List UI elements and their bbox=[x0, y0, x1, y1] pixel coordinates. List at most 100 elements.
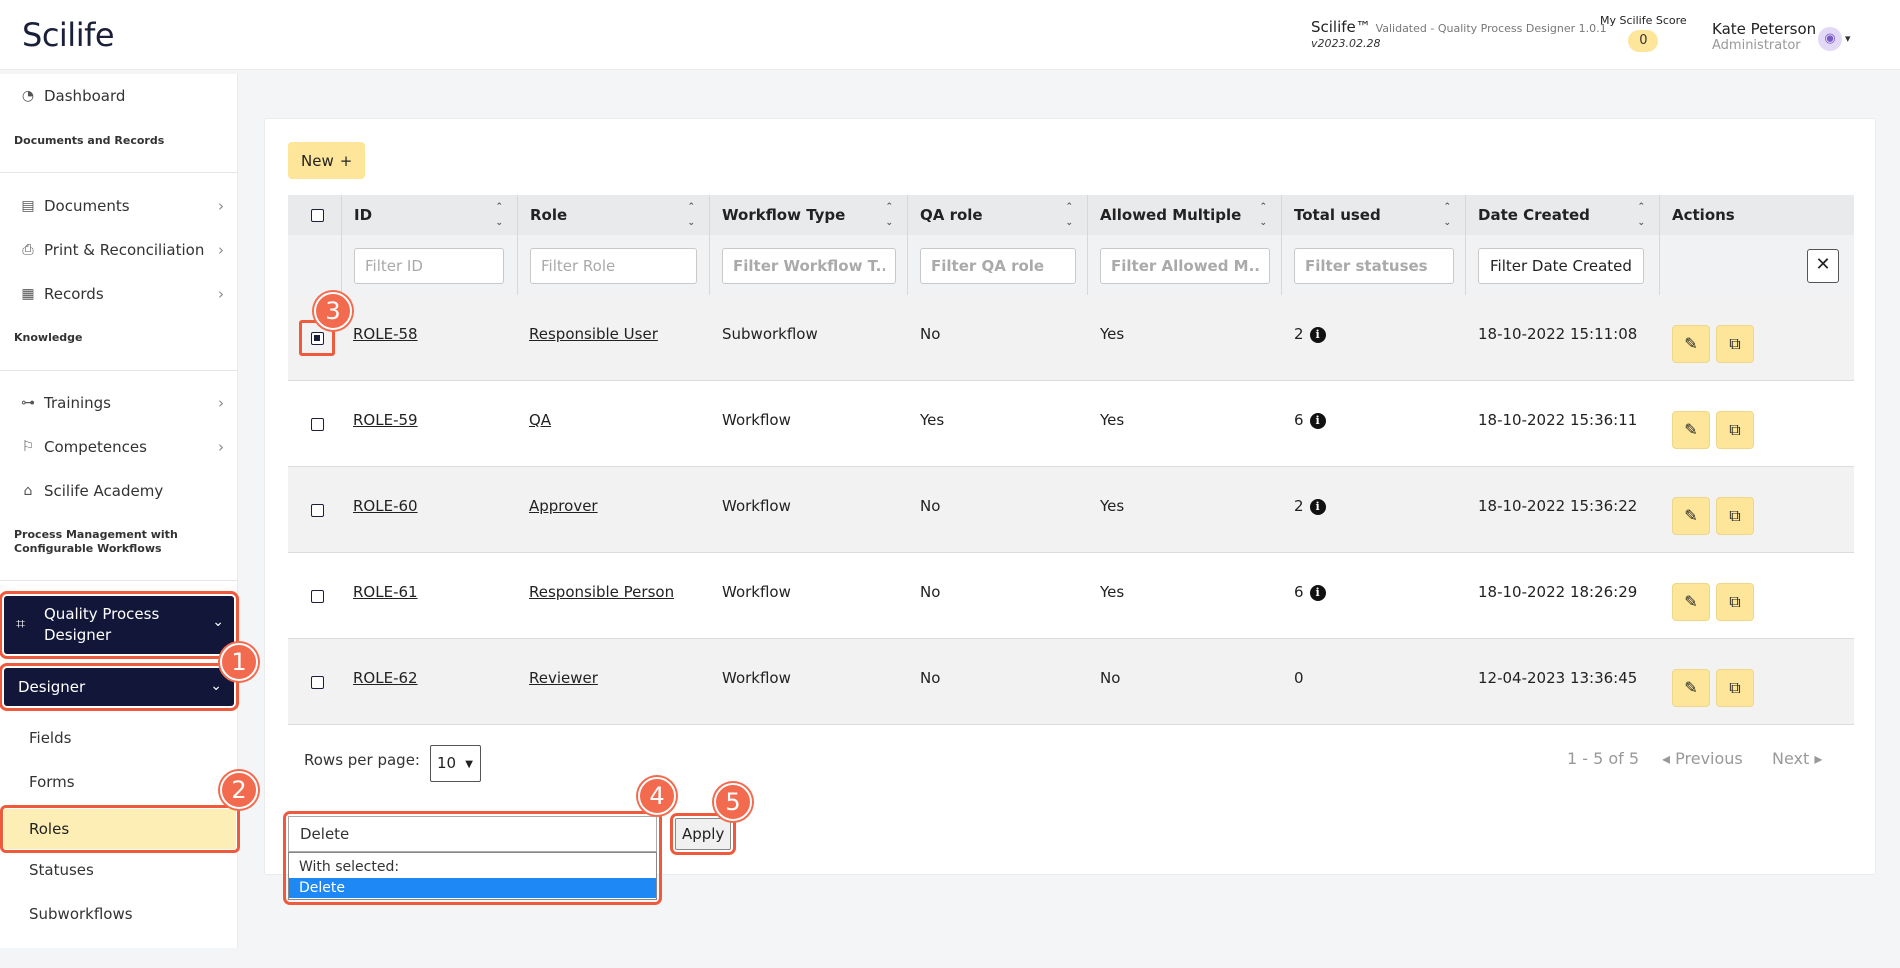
filter-total-used-input[interactable] bbox=[1294, 248, 1454, 284]
sort-icon[interactable]: ⌃ ⌄ bbox=[885, 199, 893, 231]
sidebar-item-label: Documents bbox=[44, 197, 130, 215]
edit-pencil-icon[interactable]: ✎ bbox=[1672, 497, 1710, 535]
option-delete[interactable]: Delete bbox=[289, 878, 656, 898]
info-icon[interactable]: i bbox=[1309, 326, 1326, 343]
sidebar-item-documents[interactable]: ▤ Documents › bbox=[0, 188, 238, 224]
edit-pencil-icon[interactable]: ✎ bbox=[1672, 325, 1710, 363]
sidebar-item-designer[interactable]: Designer ⌄ bbox=[0, 663, 239, 711]
info-icon[interactable]: i bbox=[1309, 412, 1326, 429]
select-all-checkbox[interactable] bbox=[311, 209, 324, 222]
sidebar-item-scilife-academy[interactable]: ⌂ Scilife Academy bbox=[0, 473, 238, 509]
chevron-down-icon: ⌄ bbox=[210, 678, 222, 694]
next-page-button[interactable]: Next ▸ bbox=[1772, 749, 1822, 768]
previous-page-button[interactable]: ◂ Previous bbox=[1662, 749, 1743, 768]
row-qa-role: No bbox=[920, 669, 941, 687]
row-checkbox[interactable] bbox=[311, 418, 324, 431]
copy-icon[interactable]: ⧉ bbox=[1716, 325, 1754, 363]
rows-per-page-select[interactable]: 10 ▼ bbox=[430, 745, 481, 782]
column-header-role[interactable]: Role ⌃ ⌄ bbox=[518, 195, 710, 235]
column-header-total-used[interactable]: Total used ⌃ ⌄ bbox=[1282, 195, 1466, 235]
scilife-score[interactable]: My Scilife Score 0 bbox=[1600, 14, 1687, 52]
sidebar-subitem-roles[interactable]: Roles bbox=[0, 805, 240, 853]
sidebar-item-competences[interactable]: ⚐ Competences › bbox=[0, 429, 238, 465]
chevron-down-icon[interactable]: ▾ bbox=[1845, 32, 1851, 45]
sort-icon[interactable]: ⌃ ⌄ bbox=[1259, 199, 1267, 231]
edit-pencil-icon[interactable]: ✎ bbox=[1672, 583, 1710, 621]
bulk-action-select[interactable]: Delete bbox=[288, 816, 657, 852]
copy-icon[interactable]: ⧉ bbox=[1716, 583, 1754, 621]
sidebar-item-print-reconciliation[interactable]: ⎙ Print & Reconciliation › bbox=[0, 232, 238, 268]
row-allowed-multiple: Yes bbox=[1100, 411, 1125, 429]
printer-icon: ⎙ bbox=[22, 242, 34, 258]
clear-filters-close-icon[interactable]: ✕ bbox=[1807, 249, 1839, 283]
column-header-date-created[interactable]: Date Created ⌃ ⌄ bbox=[1466, 195, 1660, 235]
scilife-logo[interactable]: Scilife bbox=[22, 16, 115, 54]
filter-cell: Filter Date Created bbox=[1466, 235, 1660, 295]
filter-cell-empty bbox=[288, 235, 342, 295]
sidebar-subitem-subworkflows[interactable]: Subworkflows bbox=[0, 896, 238, 932]
sort-icon[interactable]: ⌃ ⌄ bbox=[1443, 199, 1451, 231]
sidebar-item-trainings[interactable]: ⊶ Trainings › bbox=[0, 385, 238, 421]
divider bbox=[0, 172, 238, 173]
row-id-link[interactable]: ROLE-59 bbox=[353, 411, 418, 429]
row-total-used: 6i bbox=[1294, 583, 1326, 601]
edit-pencil-icon[interactable]: ✎ bbox=[1672, 411, 1710, 449]
row-role-link[interactable]: QA bbox=[529, 411, 551, 429]
table-filter-row: Filter Date Created ✕ bbox=[288, 235, 1854, 295]
user-role: Administrator bbox=[1712, 38, 1801, 53]
row-id-link[interactable]: ROLE-61 bbox=[353, 583, 418, 601]
bulk-action-dropdown[interactable]: Delete With selected: Delete bbox=[283, 811, 662, 905]
row-role-link[interactable]: Approver bbox=[529, 497, 598, 515]
row-role-link[interactable]: Responsible User bbox=[529, 325, 658, 343]
sidebar-item-label: Trainings bbox=[44, 394, 112, 412]
filter-allowed-multiple-input[interactable] bbox=[1100, 248, 1270, 284]
copy-icon[interactable]: ⧉ bbox=[1716, 411, 1754, 449]
filter-cell bbox=[710, 235, 908, 295]
user-avatar-icon[interactable]: ◉ bbox=[1818, 27, 1842, 51]
info-icon[interactable]: i bbox=[1309, 498, 1326, 515]
row-checkbox[interactable] bbox=[311, 504, 324, 517]
new-button-label: New bbox=[301, 151, 334, 170]
filter-date-created-button[interactable]: Filter Date Created bbox=[1478, 248, 1644, 284]
row-checkbox[interactable] bbox=[311, 590, 324, 603]
column-header-workflow-type[interactable]: Workflow Type ⌃ ⌄ bbox=[710, 195, 908, 235]
info-icon[interactable]: i bbox=[1309, 584, 1326, 601]
row-id-link[interactable]: ROLE-60 bbox=[353, 497, 418, 515]
row-id-link[interactable]: ROLE-58 bbox=[353, 325, 418, 343]
top-header: Scilife Scilife™ Validated - Quality Pro… bbox=[0, 0, 1900, 70]
table-row: ROLE-61 Responsible Person Workflow No Y… bbox=[288, 553, 1854, 639]
sort-icon[interactable]: ⌃ ⌄ bbox=[1637, 199, 1645, 231]
column-header-id[interactable]: ID ⌃ ⌄ bbox=[342, 195, 518, 235]
chevron-right-icon: › bbox=[218, 197, 224, 215]
new-button[interactable]: New + bbox=[288, 142, 366, 179]
header-select-all bbox=[288, 195, 342, 235]
copy-icon[interactable]: ⧉ bbox=[1716, 497, 1754, 535]
row-checkbox[interactable] bbox=[311, 676, 324, 689]
row-role-link[interactable]: Responsible Person bbox=[529, 583, 674, 601]
user-info[interactable]: Kate Peterson Administrator bbox=[1712, 20, 1816, 53]
filter-workflow-type-input[interactable] bbox=[722, 248, 896, 284]
step-marker-5: 5 bbox=[714, 783, 752, 821]
row-role-link[interactable]: Reviewer bbox=[529, 669, 598, 687]
sort-icon[interactable]: ⌃ ⌄ bbox=[495, 199, 503, 231]
apply-button[interactable]: Apply bbox=[669, 813, 737, 855]
sort-icon[interactable]: ⌃ ⌄ bbox=[687, 199, 695, 231]
sidebar-subitem-forms[interactable]: Forms bbox=[0, 764, 238, 800]
gauge-icon: ◔ bbox=[21, 88, 35, 104]
column-header-allowed-multiple[interactable]: Allowed Multiple ⌃ ⌄ bbox=[1088, 195, 1282, 235]
filter-qa-role-input[interactable] bbox=[920, 248, 1076, 284]
column-header-qa-role[interactable]: QA role ⌃ ⌄ bbox=[908, 195, 1088, 235]
row-id-link[interactable]: ROLE-62 bbox=[353, 669, 418, 687]
filter-role-input[interactable] bbox=[530, 248, 697, 284]
sidebar-item-quality-process-designer[interactable]: ⌗ Quality Process Designer ⌄ bbox=[0, 591, 239, 659]
sort-icon[interactable]: ⌃ ⌄ bbox=[1065, 199, 1073, 231]
caret-right-icon: ▸ bbox=[1814, 749, 1823, 768]
filter-id-input[interactable] bbox=[354, 248, 504, 284]
sidebar-item-dashboard[interactable]: ◔ Dashboard bbox=[0, 78, 238, 114]
copy-icon[interactable]: ⧉ bbox=[1716, 669, 1754, 707]
sidebar-subitem-fields[interactable]: Fields bbox=[0, 720, 238, 756]
sidebar-subitem-statuses[interactable]: Statuses bbox=[0, 852, 238, 888]
sidebar-item-records[interactable]: ▦ Records › bbox=[0, 276, 238, 312]
row-total-used: 6i bbox=[1294, 411, 1326, 429]
edit-pencil-icon[interactable]: ✎ bbox=[1672, 669, 1710, 707]
